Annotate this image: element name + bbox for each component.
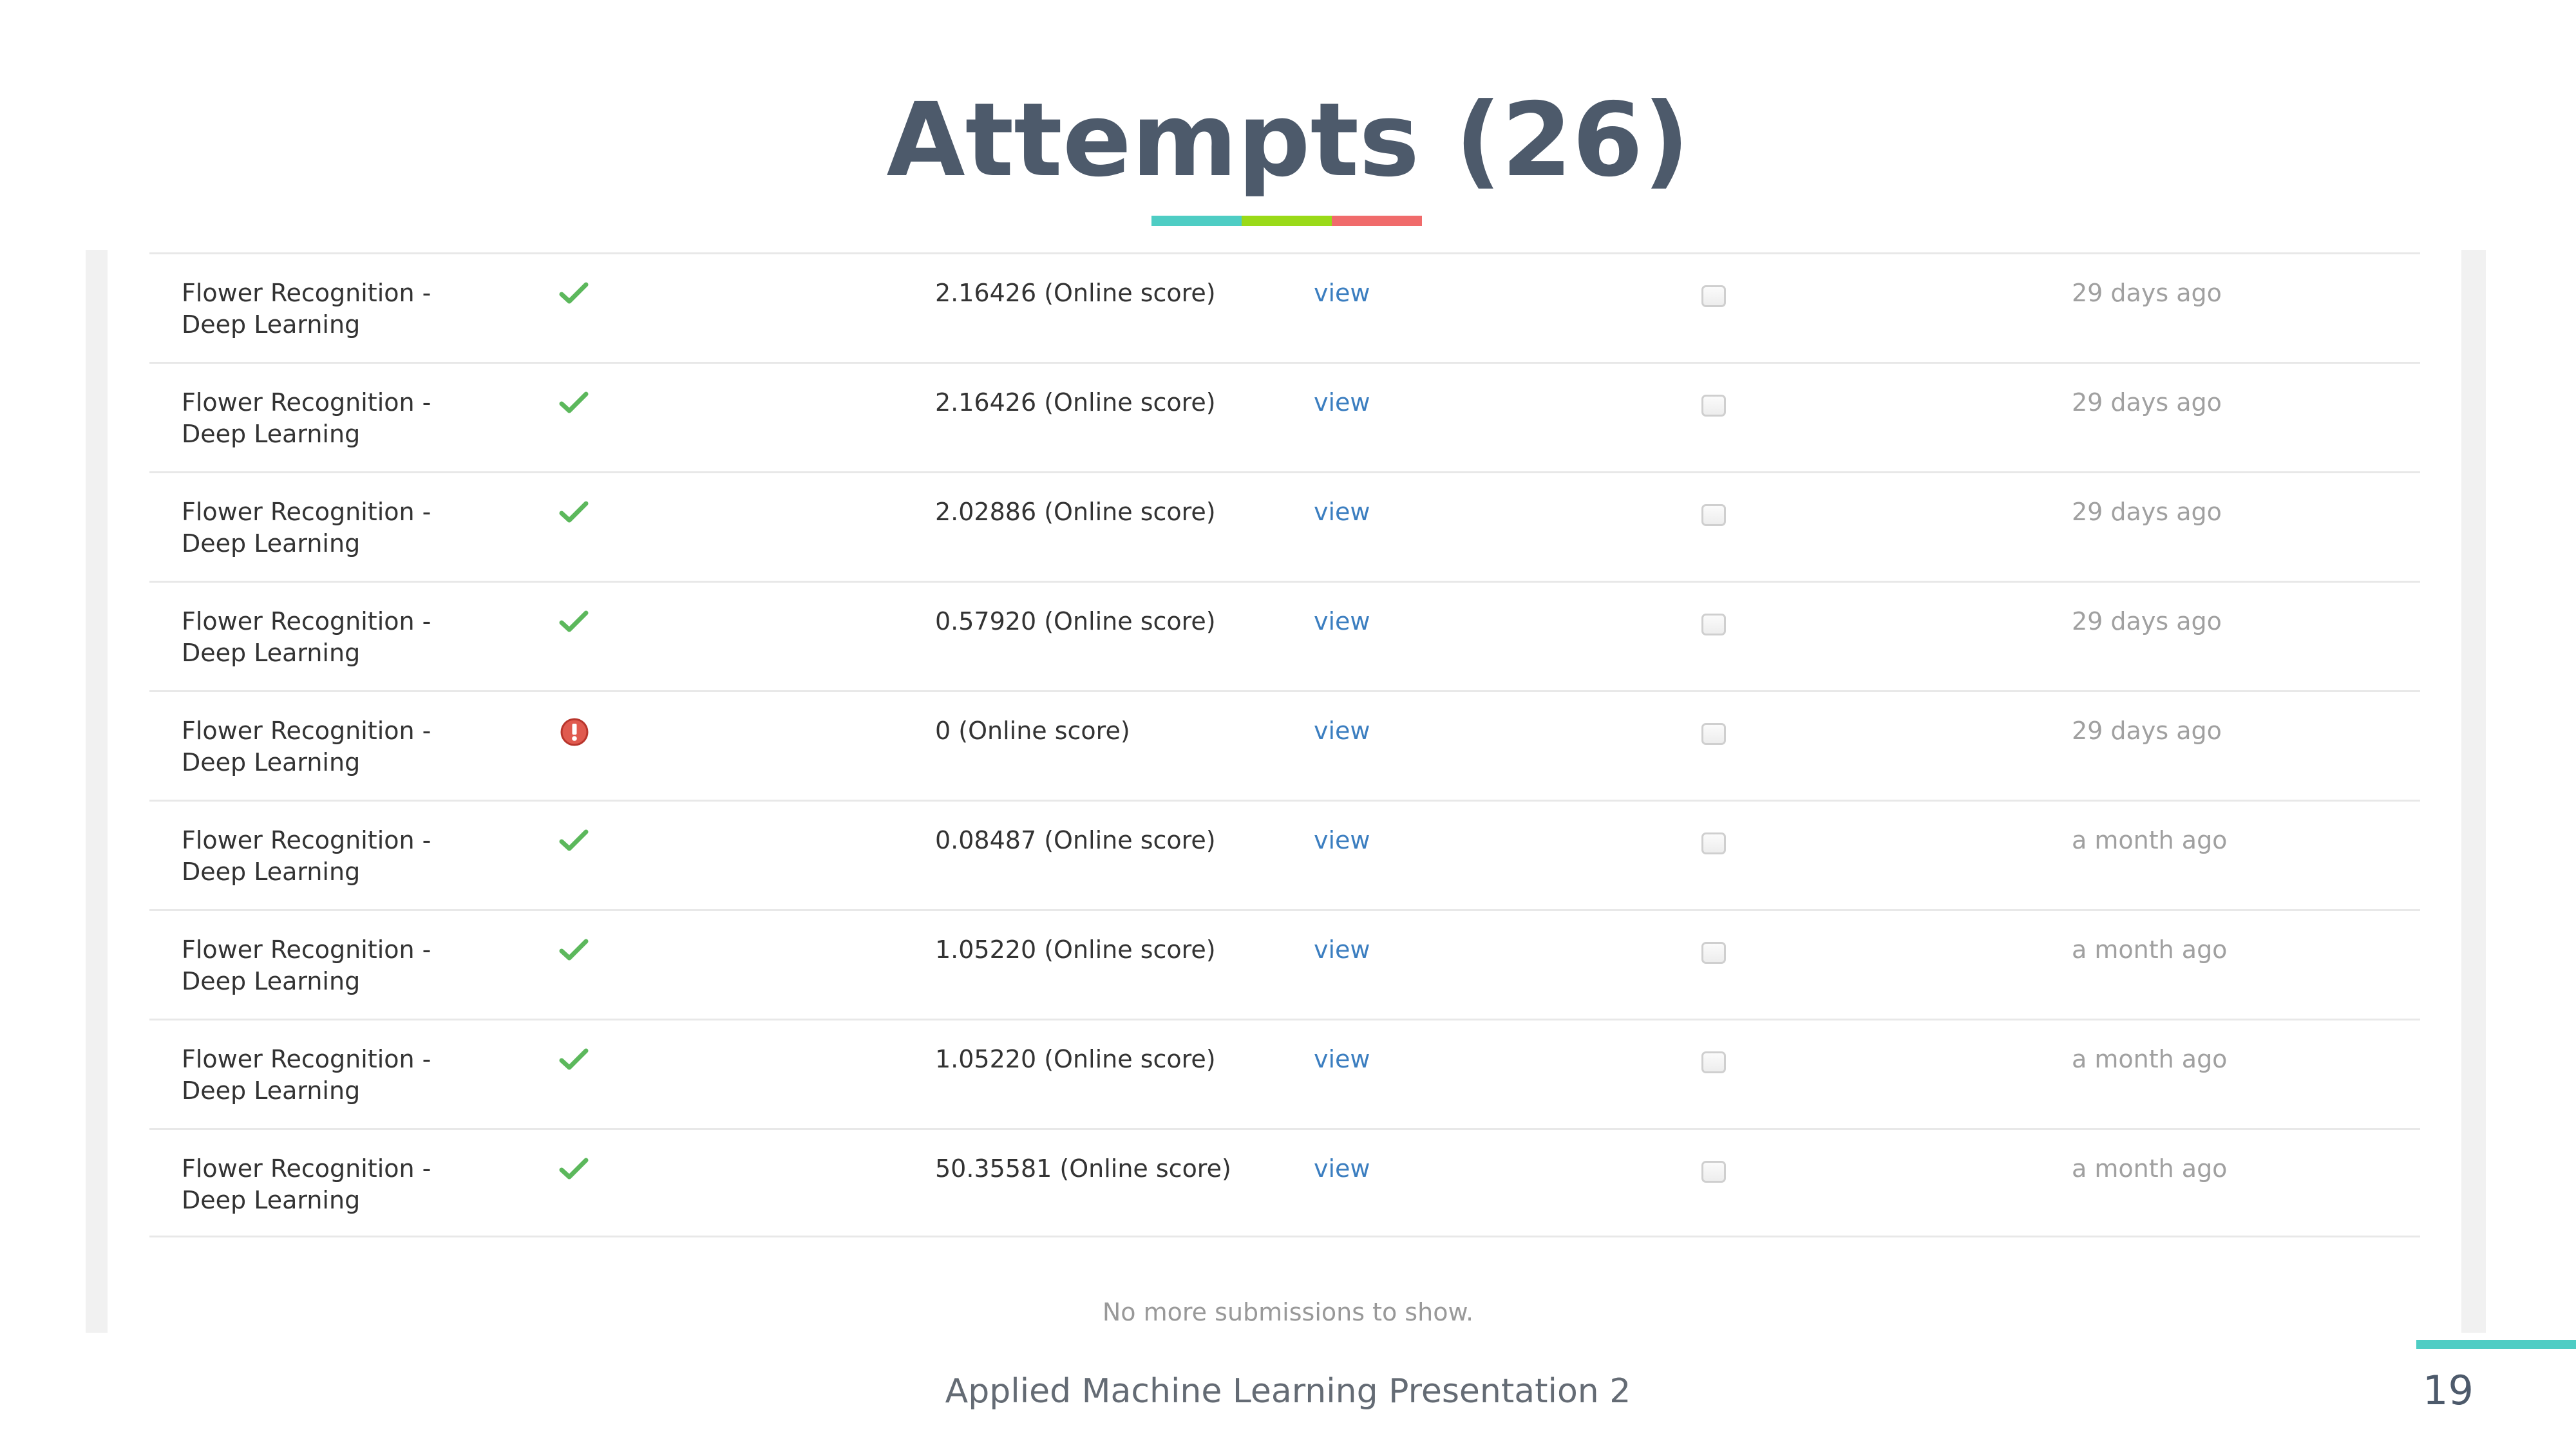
competition-name: Flower Recognition - Deep Learning [182,496,516,559]
competition-name: Flower Recognition - Deep Learning [182,1153,516,1216]
page-number-accent [2416,1340,2576,1349]
table-row: Flower Recognition - Deep Learning 50.3558… [149,1128,2420,1237]
submission-time: 29 days ago [2072,279,2222,307]
submission-time: a month ago [2072,936,2228,964]
submission-score: 1.05220 (Online score) [935,936,1216,964]
competition-name: Flower Recognition - Deep Learning [182,387,516,450]
submission-time: a month ago [2072,826,2228,854]
accent-segment-green [1242,216,1332,226]
view-link[interactable]: view [1314,387,1370,418]
competition-name-line1: Flower Recognition - [182,936,431,964]
title-accent-bar [1151,216,1422,226]
competition-name-line2: Deep Learning [182,639,361,667]
submissions-table: Flower Recognition - Deep Learning 2.16426… [149,252,2420,1237]
select-checkbox[interactable] [1701,1161,1726,1183]
panel-gutter-right [2461,250,2486,1333]
submission-time: a month ago [2072,1154,2228,1183]
table-row: Flower Recognition - Deep Learning 0 (Onli… [149,690,2420,800]
check-icon [559,937,591,965]
table-row: Flower Recognition - Deep Learning 0.08487… [149,800,2420,909]
competition-name-line2: Deep Learning [182,858,361,886]
check-icon [559,1046,591,1075]
submission-score: 0.57920 (Online score) [935,607,1216,635]
table-row: Flower Recognition - Deep Learning 1.05220… [149,909,2420,1019]
select-checkbox[interactable] [1701,832,1726,854]
view-link[interactable]: view [1314,496,1370,528]
select-checkbox[interactable] [1701,942,1726,964]
table-row: Flower Recognition - Deep Learning 2.16426… [149,252,2420,362]
submission-time: a month ago [2072,1045,2228,1073]
view-link[interactable]: view [1314,277,1370,309]
competition-name-line2: Deep Learning [182,529,361,558]
error-icon [559,718,591,746]
table-row: Flower Recognition - Deep Learning 0.57920… [149,581,2420,690]
competition-name: Flower Recognition - Deep Learning [182,1044,516,1107]
accent-segment-red [1332,216,1422,226]
submission-time: 29 days ago [2072,717,2222,745]
competition-name: Flower Recognition - Deep Learning [182,934,516,997]
view-link[interactable]: view [1314,715,1370,747]
page-number: 19 [2423,1367,2474,1414]
submission-time: 29 days ago [2072,607,2222,635]
competition-name-line2: Deep Learning [182,967,361,995]
competition-name-line1: Flower Recognition - [182,388,431,417]
check-icon [559,1156,591,1184]
submission-score: 1.05220 (Online score) [935,1045,1216,1073]
competition-name-line2: Deep Learning [182,1186,361,1214]
slide-footer: Applied Machine Learning Presentation 2 [945,1372,1631,1411]
submission-time: 29 days ago [2072,388,2222,417]
check-icon [559,390,591,418]
view-link[interactable]: view [1314,934,1370,966]
accent-segment-teal [1151,216,1242,226]
view-link[interactable]: view [1314,606,1370,637]
table-row: Flower Recognition - Deep Learning 2.16426… [149,362,2420,471]
select-checkbox[interactable] [1701,285,1726,307]
competition-name: Flower Recognition - Deep Learning [182,825,516,888]
submission-score: 0.08487 (Online score) [935,826,1216,854]
check-icon [559,608,591,637]
competition-name-line2: Deep Learning [182,1077,361,1105]
competition-name-line1: Flower Recognition - [182,826,431,854]
competition-name: Flower Recognition - Deep Learning [182,715,516,778]
competition-name-line1: Flower Recognition - [182,717,431,745]
check-icon [559,827,591,856]
competition-name-line1: Flower Recognition - [182,1045,431,1073]
submission-score: 50.35581 (Online score) [935,1154,1231,1183]
view-link[interactable]: view [1314,1153,1370,1185]
table-row: Flower Recognition - Deep Learning 2.02886… [149,471,2420,581]
submission-score: 0 (Online score) [935,717,1130,745]
panel-gutter-left [86,250,108,1333]
competition-name-line2: Deep Learning [182,420,361,448]
view-link[interactable]: view [1314,1044,1370,1075]
competition-name-line2: Deep Learning [182,310,361,339]
check-icon [559,499,591,527]
competition-name-line2: Deep Learning [182,748,361,776]
competition-name-line1: Flower Recognition - [182,498,431,526]
no-more-submissions-message: No more submissions to show. [1102,1298,1474,1326]
select-checkbox[interactable] [1701,723,1726,745]
submission-score: 2.16426 (Online score) [935,388,1216,417]
check-icon [559,280,591,308]
table-row: Flower Recognition - Deep Learning 1.05220… [149,1019,2420,1128]
competition-name: Flower Recognition - Deep Learning [182,277,516,341]
competition-name-line1: Flower Recognition - [182,1154,431,1183]
competition-name-line1: Flower Recognition - [182,279,431,307]
select-checkbox[interactable] [1701,614,1726,635]
slide-title: Attempts (26) [886,81,1690,200]
submission-time: 29 days ago [2072,498,2222,526]
select-checkbox[interactable] [1701,504,1726,526]
competition-name-line1: Flower Recognition - [182,607,431,635]
view-link[interactable]: view [1314,825,1370,856]
submission-score: 2.02886 (Online score) [935,498,1216,526]
competition-name: Flower Recognition - Deep Learning [182,606,516,669]
submission-score: 2.16426 (Online score) [935,279,1216,307]
select-checkbox[interactable] [1701,1051,1726,1073]
select-checkbox[interactable] [1701,395,1726,417]
